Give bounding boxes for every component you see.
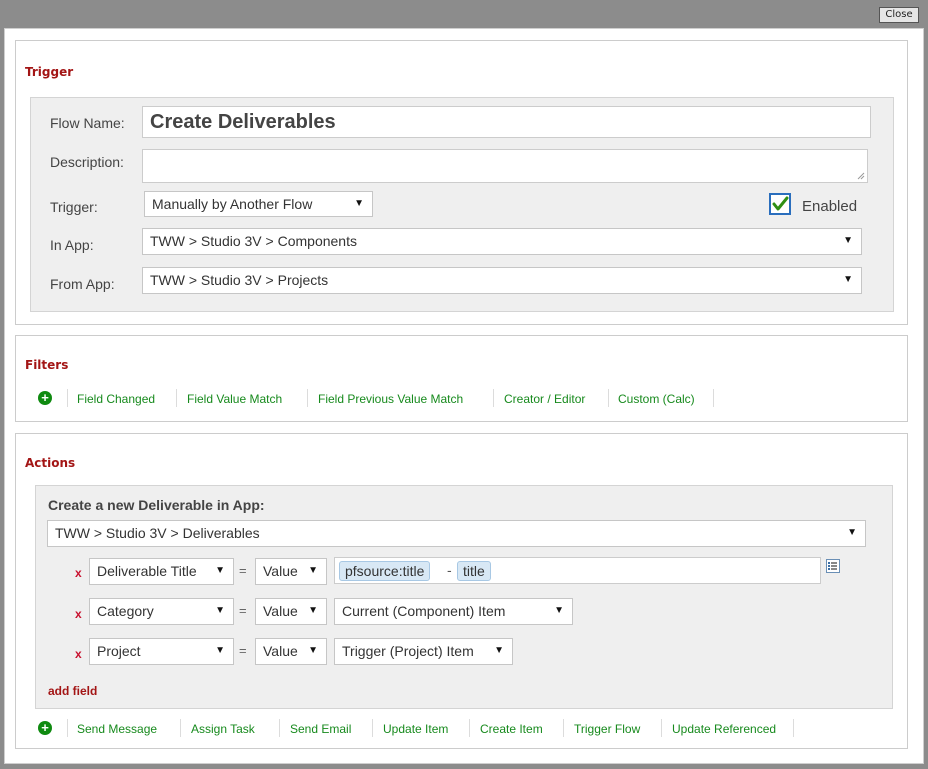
enabled-checkbox[interactable] — [769, 193, 791, 215]
mode-select[interactable]: Value ▼ — [255, 638, 327, 665]
triangle-down-icon: ▼ — [554, 605, 564, 616]
trigger-form: Flow Name: Create Deliverables Descripti… — [30, 97, 894, 312]
equals-sign: = — [239, 603, 247, 618]
remove-field-icon[interactable]: x — [75, 647, 82, 661]
action-trigger-flow[interactable]: Trigger Flow — [574, 722, 640, 736]
triangle-down-icon: ▼ — [843, 274, 853, 285]
plus-circle-icon[interactable]: + — [38, 391, 52, 405]
trigger-panel: Trigger Flow Name: Create Deliverables D… — [15, 40, 908, 325]
action-update-referenced[interactable]: Update Referenced — [672, 722, 776, 736]
triangle-down-icon: ▼ — [843, 235, 853, 246]
token-pfsource-title[interactable]: pfsource:title — [339, 561, 431, 581]
action-send-message[interactable]: Send Message — [77, 722, 157, 736]
separator — [661, 719, 662, 737]
mode-value: Value — [263, 563, 298, 579]
triangle-down-icon: ▼ — [215, 565, 225, 576]
token-title[interactable]: title — [457, 561, 491, 581]
in-app-select[interactable]: TWW > Studio 3V > Components ▼ — [142, 228, 862, 255]
actions-panel: Actions Create a new Deliverable in App:… — [15, 433, 908, 749]
field-name: Category — [97, 603, 154, 619]
filter-field-value-match[interactable]: Field Value Match — [187, 392, 282, 406]
trigger-label: Trigger: — [50, 199, 98, 215]
in-app-select-value: TWW > Studio 3V > Components — [150, 233, 357, 249]
target-item-select[interactable]: Trigger (Project) Item ▼ — [334, 638, 513, 665]
remove-field-icon[interactable]: x — [75, 607, 82, 621]
target-item-select[interactable]: Current (Component) Item ▼ — [334, 598, 573, 625]
triangle-down-icon: ▼ — [215, 605, 225, 616]
target-app-value: TWW > Studio 3V > Deliverables — [55, 525, 260, 541]
remove-field-icon[interactable]: x — [75, 566, 82, 580]
separator — [279, 719, 280, 737]
action-create-item[interactable]: Create Item — [480, 722, 543, 736]
from-app-select-value: TWW > Studio 3V > Projects — [150, 272, 329, 288]
triangle-down-icon: ▼ — [308, 565, 318, 576]
triangle-down-icon: ▼ — [308, 645, 318, 656]
flow-name-input[interactable]: Create Deliverables — [142, 106, 871, 138]
separator — [713, 389, 714, 407]
filter-field-changed[interactable]: Field Changed — [77, 392, 155, 406]
separator — [67, 389, 68, 407]
in-app-label: In App: — [50, 237, 94, 253]
separator — [469, 719, 470, 737]
filters-panel: Filters + Field Changed Field Value Matc… — [15, 335, 908, 422]
token-joiner: - — [447, 562, 452, 578]
checkmark-icon — [772, 196, 789, 211]
field-select-project[interactable]: Project ▼ — [89, 638, 234, 665]
enabled-label: Enabled — [802, 198, 858, 215]
flow-name-label: Flow Name: — [50, 115, 125, 131]
add-field-link[interactable]: add field — [48, 684, 97, 698]
close-button[interactable]: Close — [879, 7, 919, 23]
action-assign-task[interactable]: Assign Task — [191, 722, 255, 736]
separator — [793, 719, 794, 737]
action-update-item[interactable]: Update Item — [383, 722, 448, 736]
field-select-category[interactable]: Category ▼ — [89, 598, 234, 625]
mode-value: Value — [263, 603, 298, 619]
trigger-section-title: Trigger — [25, 65, 74, 79]
description-label: Description: — [50, 154, 124, 170]
triangle-down-icon: ▼ — [354, 198, 364, 209]
triangle-down-icon: ▼ — [847, 527, 857, 538]
field-list-icon[interactable] — [826, 559, 840, 573]
filters-section-title: Filters — [25, 358, 69, 372]
equals-sign: = — [239, 563, 247, 578]
trigger-select-value: Manually by Another Flow — [152, 196, 313, 212]
separator — [180, 719, 181, 737]
filter-field-previous-value-match[interactable]: Field Previous Value Match — [318, 392, 463, 406]
triangle-down-icon: ▼ — [308, 605, 318, 616]
resize-grip-icon[interactable] — [857, 172, 865, 180]
separator — [176, 389, 177, 407]
field-name: Project — [97, 643, 141, 659]
field-name: Deliverable Title — [97, 563, 197, 579]
flow-name-value: Create Deliverables — [150, 111, 336, 133]
target-item-value: Current (Component) Item — [342, 603, 506, 619]
mode-value: Value — [263, 643, 298, 659]
value-token-input[interactable]: pfsource:title - title — [334, 557, 821, 584]
separator — [372, 719, 373, 737]
target-app-select[interactable]: TWW > Studio 3V > Deliverables ▼ — [47, 520, 866, 547]
filter-custom-calc[interactable]: Custom (Calc) — [618, 392, 695, 406]
equals-sign: = — [239, 643, 247, 658]
create-deliverable-box: Create a new Deliverable in App: TWW > S… — [35, 485, 893, 709]
triangle-down-icon: ▼ — [215, 645, 225, 656]
separator — [563, 719, 564, 737]
mode-select[interactable]: Value ▼ — [255, 558, 327, 585]
from-app-select[interactable]: TWW > Studio 3V > Projects ▼ — [142, 267, 862, 294]
target-item-value: Trigger (Project) Item — [342, 643, 474, 659]
action-send-email[interactable]: Send Email — [290, 722, 351, 736]
description-textarea[interactable] — [142, 149, 868, 183]
flow-editor-dialog: Trigger Flow Name: Create Deliverables D… — [4, 28, 924, 764]
mode-select[interactable]: Value ▼ — [255, 598, 327, 625]
actions-section-title: Actions — [25, 456, 76, 470]
separator — [67, 719, 68, 737]
separator — [307, 389, 308, 407]
triangle-down-icon: ▼ — [494, 645, 504, 656]
field-select-deliverable-title[interactable]: Deliverable Title ▼ — [89, 558, 234, 585]
plus-circle-icon[interactable]: + — [38, 721, 52, 735]
trigger-select[interactable]: Manually by Another Flow ▼ — [144, 191, 373, 217]
separator — [493, 389, 494, 407]
from-app-label: From App: — [50, 276, 115, 292]
filter-creator-editor[interactable]: Creator / Editor — [504, 392, 585, 406]
create-heading: Create a new Deliverable in App: — [48, 497, 265, 513]
separator — [608, 389, 609, 407]
